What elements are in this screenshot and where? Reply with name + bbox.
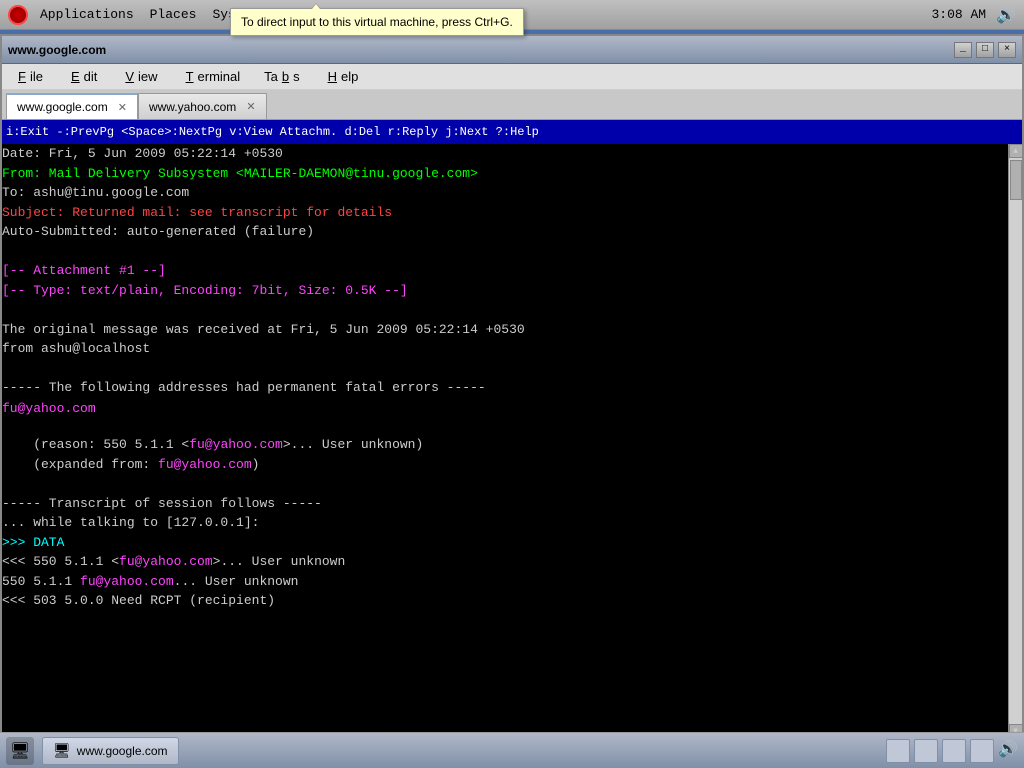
menu-places[interactable]: Places bbox=[150, 7, 197, 22]
taskbar-btn-3[interactable] bbox=[942, 739, 966, 763]
auto-submitted: Auto-Submitted: auto-generated (failure) bbox=[2, 222, 1008, 242]
minimize-button[interactable]: _ bbox=[954, 42, 972, 58]
system-bar-right: 3:08 AM 🔊 bbox=[931, 5, 1016, 25]
blank5 bbox=[2, 474, 1008, 494]
apps-logo bbox=[8, 5, 28, 25]
blank4 bbox=[2, 416, 1008, 436]
tab-yahoo-close[interactable]: ✕ bbox=[246, 100, 255, 113]
taskbar: 🖥 🖥 www.google.com 🔊 bbox=[0, 732, 1024, 768]
tab-yahoo[interactable]: www.yahoo.com ✕ bbox=[138, 93, 267, 119]
tabs-bar: www.google.com ✕ www.yahoo.com ✕ bbox=[2, 90, 1022, 120]
system-menu: Applications Places System bbox=[40, 7, 259, 22]
original2: from ashu@localhost bbox=[2, 339, 1008, 359]
email-body: Date: Fri, 5 Jun 2009 05:22:14 +0530 Fro… bbox=[2, 144, 1008, 738]
tooltip-text: To direct input to this virtual machine,… bbox=[241, 15, 513, 29]
system-time: 3:08 AM bbox=[931, 7, 986, 22]
taskbar-btn-2[interactable] bbox=[914, 739, 938, 763]
taskbar-right: 🔊 bbox=[886, 739, 1018, 763]
menu-edit[interactable]: Edit bbox=[63, 67, 101, 86]
blank2 bbox=[2, 300, 1008, 320]
taskbar-btn-4[interactable] bbox=[970, 739, 994, 763]
taskbar-window-google[interactable]: 🖥 www.google.com bbox=[42, 737, 179, 765]
data-cmd-line: >>> DATA bbox=[2, 533, 1008, 553]
taskbar-speaker-icon[interactable]: 🔊 bbox=[998, 739, 1018, 763]
menu-terminal[interactable]: Terminal bbox=[178, 67, 245, 86]
transcript1: ----- Transcript of session follows ----… bbox=[2, 494, 1008, 514]
resp2-line: 550 5.1.1 fu@yahoo.com... User unknown bbox=[2, 572, 1008, 592]
expanded-line: (expanded from: fu@yahoo.com) bbox=[2, 455, 1008, 475]
menu-view[interactable]: View bbox=[117, 67, 161, 86]
scrollbar-track[interactable] bbox=[1009, 158, 1023, 724]
taskbar-btn-1[interactable] bbox=[886, 739, 910, 763]
fatal-addr: fu@yahoo.com bbox=[2, 401, 96, 416]
mutt-cmd-bar: i:Exit -:PrevPg <Space>:NextPg v:View At… bbox=[2, 120, 1022, 144]
tab-google-label: www.google.com bbox=[17, 100, 108, 114]
system-bar-left: Applications Places System bbox=[8, 5, 259, 25]
window-titlebar: www.google.com _ □ × bbox=[2, 36, 1022, 64]
fatal1: ----- The following addresses had perman… bbox=[2, 378, 1008, 398]
maximize-button[interactable]: □ bbox=[976, 42, 994, 58]
resp1-line: <<< 550 5.1.1 <fu@yahoo.com>... User unk… bbox=[2, 552, 1008, 572]
transcript2: ... while talking to [127.0.0.1]: bbox=[2, 513, 1008, 533]
reason-line: (reason: 550 5.1.1 <fu@yahoo.com>... Use… bbox=[2, 435, 1008, 455]
scrollbar[interactable]: ▲ ▼ bbox=[1008, 144, 1022, 738]
date-line: Date: Fri, 5 Jun 2009 05:22:14 +0530 bbox=[2, 144, 1008, 164]
scrollbar-up[interactable]: ▲ bbox=[1009, 144, 1023, 158]
subject-line: Subject: Returned mail: see transcript f… bbox=[2, 203, 1008, 223]
tooltip: To direct input to this virtual machine,… bbox=[230, 8, 524, 36]
speaker-icon[interactable]: 🔊 bbox=[996, 5, 1016, 25]
menu-bar: File Edit View Terminal Tabs Help bbox=[2, 64, 1022, 90]
menu-tabs[interactable]: Tabs bbox=[260, 67, 303, 86]
menu-applications[interactable]: Applications bbox=[40, 7, 134, 22]
tab-google-close[interactable]: ✕ bbox=[118, 101, 127, 114]
from-line: From: Mail Delivery Subsystem <MAILER-DA… bbox=[2, 164, 1008, 184]
scrollbar-thumb[interactable] bbox=[1010, 160, 1022, 200]
menu-help[interactable]: Help bbox=[320, 67, 363, 86]
cmd-bar-text: i:Exit -:PrevPg <Space>:NextPg v:View At… bbox=[6, 125, 539, 139]
attachment1: [-- Attachment #1 --] bbox=[2, 261, 1008, 281]
tab-google[interactable]: www.google.com ✕ bbox=[6, 93, 138, 119]
close-button[interactable]: × bbox=[998, 42, 1016, 58]
blank1 bbox=[2, 242, 1008, 262]
taskbar-window-label: www.google.com bbox=[77, 744, 168, 758]
fatal-addr-line: fu@yahoo.com bbox=[2, 398, 1008, 416]
to-line: To: ashu@tinu.google.com bbox=[2, 183, 1008, 203]
blank3 bbox=[2, 359, 1008, 379]
menu-file[interactable]: File bbox=[10, 67, 47, 86]
attachment2: [-- Type: text/plain, Encoding: 7bit, Si… bbox=[2, 281, 1008, 301]
terminal-window: www.google.com _ □ × File Edit View Term… bbox=[0, 34, 1024, 762]
tab-yahoo-label: www.yahoo.com bbox=[149, 100, 236, 114]
taskbar-applet[interactable]: 🖥 bbox=[6, 737, 34, 765]
terminal-content: Date: Fri, 5 Jun 2009 05:22:14 +0530 Fro… bbox=[2, 144, 1022, 738]
resp3-line: <<< 503 5.0.0 Need RCPT (recipient) bbox=[2, 591, 1008, 611]
window-title: www.google.com bbox=[8, 43, 106, 57]
original1: The original message was received at Fri… bbox=[2, 320, 1008, 340]
window-controls: _ □ × bbox=[954, 42, 1016, 58]
